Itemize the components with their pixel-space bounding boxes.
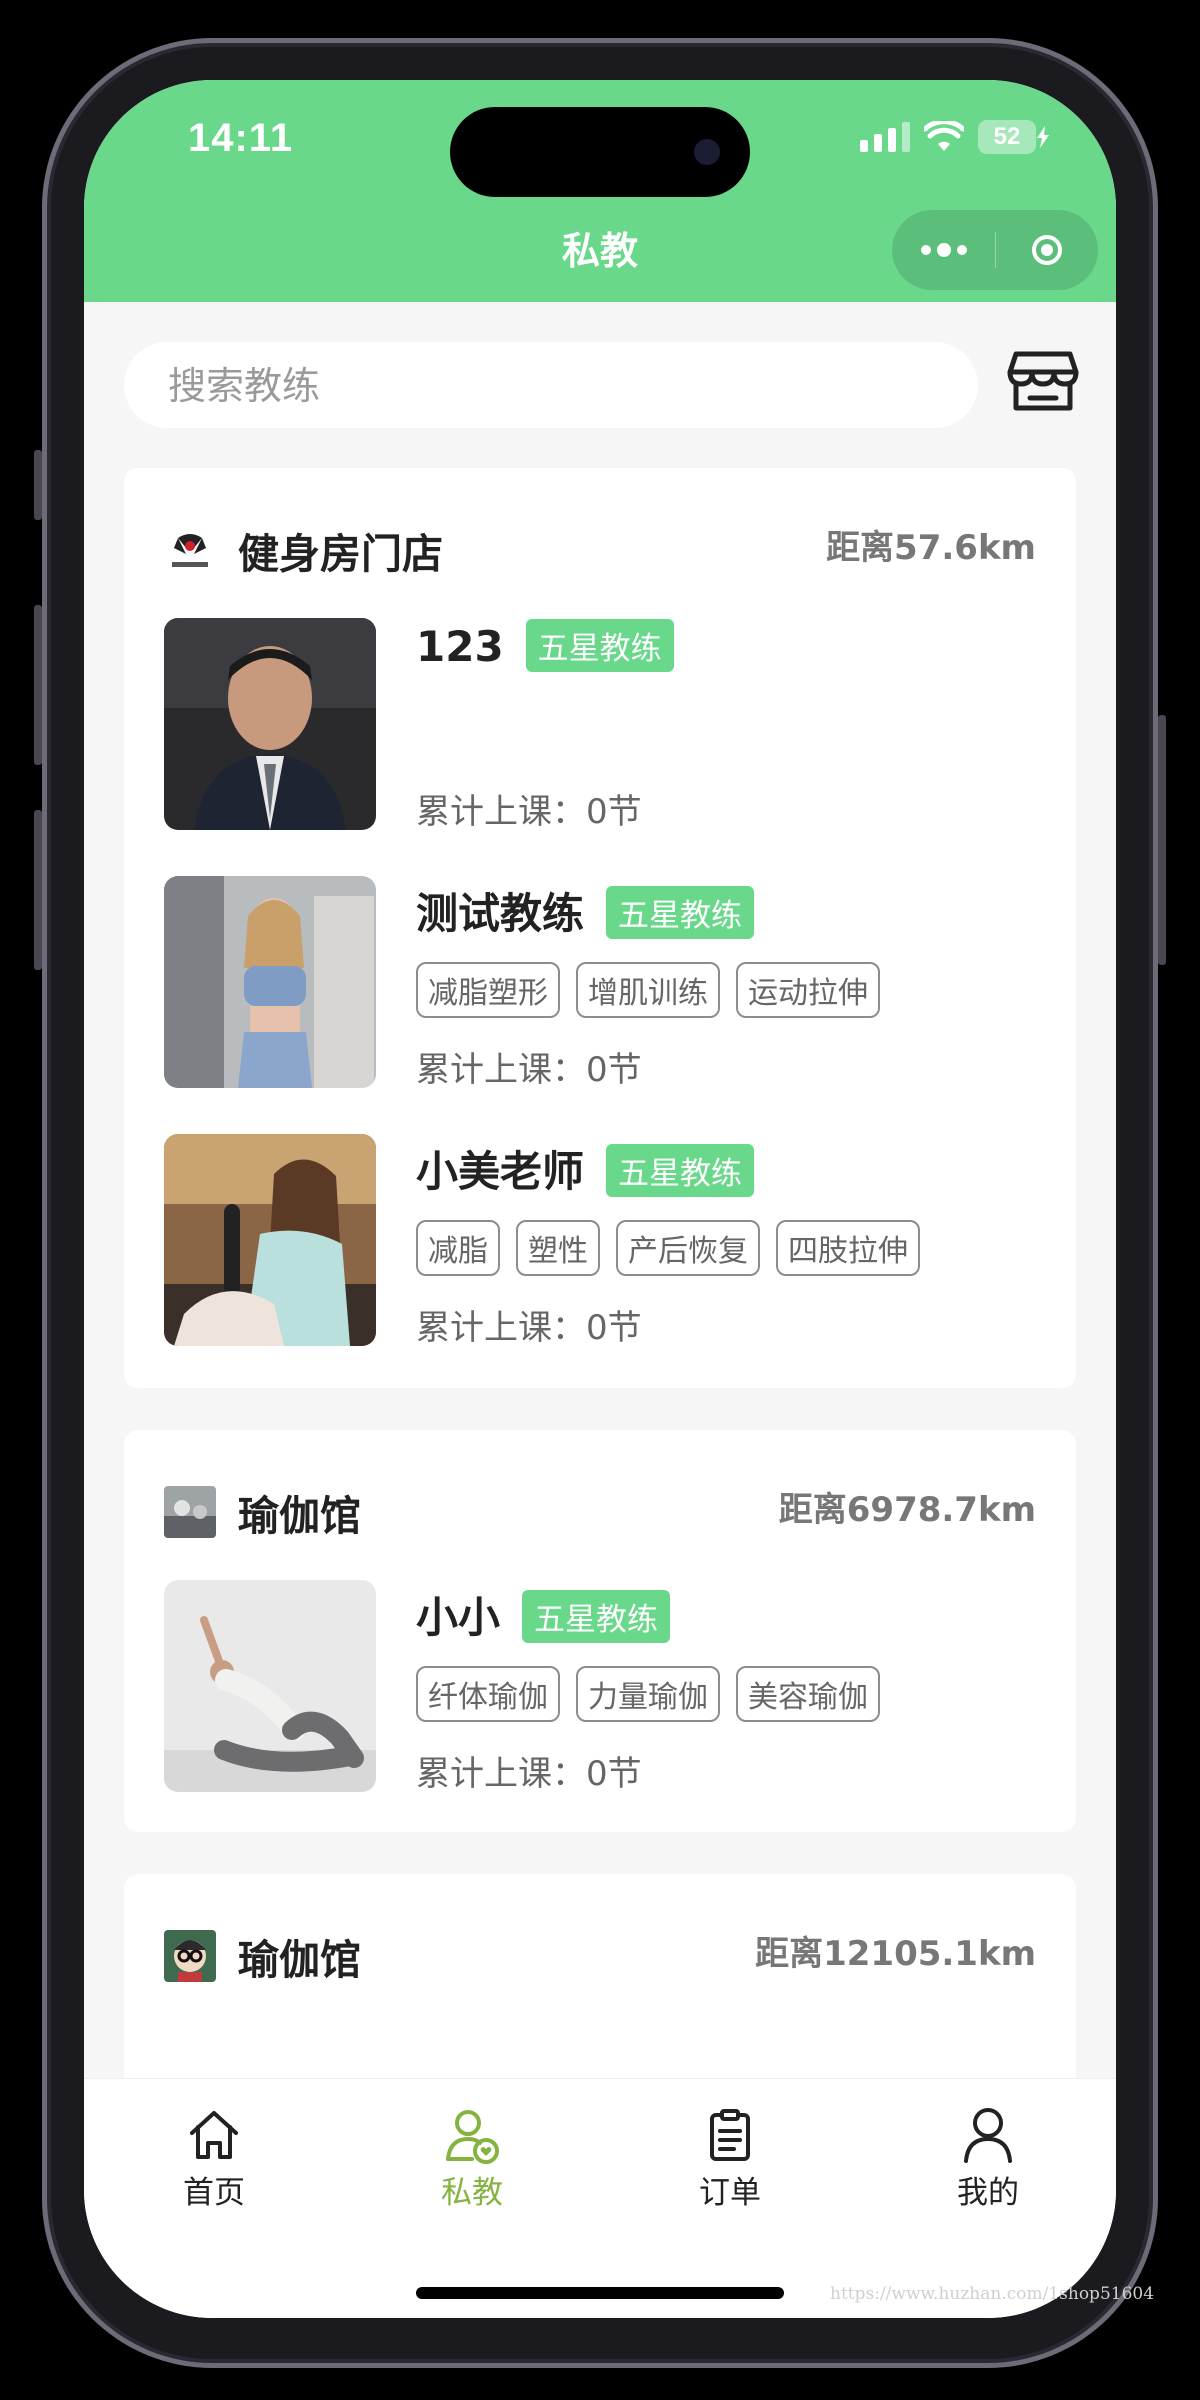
navigation-header: 14:11 52 私教: [84, 80, 1116, 302]
app-screen: 14:11 52 私教 搜索教练 健身房门店 距离57.6km 123 五星教练…: [84, 80, 1116, 2318]
coach-tag: 减脂塑形: [416, 962, 560, 1018]
coach-tags: 纤体瑜伽 力量瑜伽 美容瑜伽: [416, 1666, 880, 1722]
store-header: 瑜伽馆 距离12105.1km: [164, 1874, 1036, 2024]
coach-name: 小美老师: [416, 1147, 585, 1196]
coach-level-badge: 五星教练: [522, 1590, 671, 1643]
coach-level-badge: 五星教练: [525, 619, 674, 672]
watermark-text: https://www.huzhan.com/1shop51604: [830, 2284, 1155, 2304]
coach-lesson-count: 累计上课：0节: [416, 792, 642, 832]
coach-tag: 塑性: [516, 1220, 600, 1276]
signal-icon: [860, 122, 910, 152]
coach-name: 123: [416, 622, 504, 671]
power-button: [1158, 715, 1166, 965]
store-header: 瑜伽馆 距离6978.7km: [164, 1430, 1036, 1580]
search-input[interactable]: [166, 342, 950, 430]
store-name: 瑜伽馆: [238, 1936, 361, 1984]
coach-tag: 减脂: [416, 1220, 500, 1276]
coach-lesson-count: 累计上课：0节: [416, 1754, 642, 1794]
replace-logo-icon: [164, 524, 216, 576]
coach-level-badge: 五星教练: [606, 1144, 755, 1197]
coach-tag: 产后恢复: [616, 1220, 760, 1276]
coach-item[interactable]: 测试教练 五星教练 减脂塑形 增肌训练 运动拉伸 累计上课：0节: [164, 876, 1036, 1134]
coach-name-row: 测试教练 五星教练: [416, 880, 755, 943]
store-card[interactable]: 健身房门店 距离57.6km 123 五星教练 累计上课：0节 测试教练 五星教…: [124, 468, 1076, 1388]
store-icon[interactable]: [1006, 346, 1080, 416]
tab-label: 首页: [183, 2175, 245, 2211]
status-time: 14:11: [188, 116, 294, 160]
coach-name-row: 123 五星教练: [416, 619, 674, 676]
search-row: [84, 302, 1116, 430]
store-header: 健身房门店 距离57.6km: [164, 468, 1036, 618]
battery-level: 52: [993, 123, 1021, 150]
store-distance: 距离57.6km: [826, 528, 1036, 568]
store-card[interactable]: 瑜伽馆 距离6978.7km 小小 五星教练 纤体瑜伽 力量瑜伽 美容瑜伽 累计…: [124, 1430, 1076, 1832]
mini-program-capsule[interactable]: [892, 210, 1098, 290]
coach-photo: [164, 876, 376, 1088]
home-icon: [190, 2111, 238, 2159]
home-indicator[interactable]: [416, 2287, 784, 2299]
coach-tag: 美容瑜伽: [736, 1666, 880, 1722]
tab-home[interactable]: 首页: [134, 2105, 294, 2212]
store-distance: 距离6978.7km: [778, 1490, 1036, 1530]
coach-icon: [446, 2110, 499, 2164]
tab-label: 我的: [957, 2175, 1019, 2211]
status-icons: 52: [860, 120, 1050, 154]
coach-name-row: 小美老师 五星教练: [416, 1138, 755, 1201]
store-name: 健身房门店: [238, 530, 443, 578]
battery-indicator: 52: [978, 120, 1036, 154]
volume-up-button: [34, 605, 42, 765]
tab-coach[interactable]: 私教: [392, 2105, 552, 2212]
coach-item[interactable]: 小美老师 五星教练 减脂 塑性 产后恢复 四肢拉伸 累计上课：0节: [164, 1134, 1036, 1392]
store-distance: 距离12105.1km: [755, 1934, 1036, 1974]
charging-bolt-icon: [1037, 126, 1049, 148]
coach-tag: 四肢拉伸: [776, 1220, 920, 1276]
coach-tag: 运动拉伸: [736, 962, 880, 1018]
coach-name: 测试教练: [416, 889, 585, 938]
tab-orders[interactable]: 订单: [650, 2105, 810, 2212]
close-program-icon[interactable]: [996, 235, 1098, 265]
wifi-icon: [924, 121, 964, 151]
dynamic-island: [450, 107, 750, 197]
tab-profile[interactable]: 我的: [908, 2105, 1068, 2212]
coach-photo: [164, 618, 376, 830]
profile-icon: [964, 2108, 1012, 2163]
coach-tag: 纤体瑜伽: [416, 1666, 560, 1722]
coach-lesson-count: 累计上课：0节: [416, 1308, 642, 1348]
silent-switch: [34, 450, 42, 520]
coach-tags: 减脂 塑性 产后恢复 四肢拉伸: [416, 1220, 920, 1276]
coach-item[interactable]: 小小 五星教练 纤体瑜伽 力量瑜伽 美容瑜伽 累计上课：0节: [164, 1580, 1036, 1838]
more-options-icon[interactable]: [892, 243, 995, 257]
order-icon: [710, 2109, 750, 2161]
search-bar[interactable]: [124, 342, 978, 430]
coach-tag: 增肌训练: [576, 962, 720, 1018]
bottom-tab-bar: 首页 私教 订单 我的: [84, 2078, 1116, 2318]
coach-item[interactable]: 123 五星教练 累计上课：0节: [164, 618, 1036, 876]
coach-level-badge: 五星教练: [606, 886, 755, 939]
tab-label: 私教: [441, 2175, 503, 2211]
store-logo-image: [164, 1486, 216, 1538]
coach-name: 小小: [416, 1593, 501, 1642]
store-logo-image: [164, 1930, 216, 1982]
coach-lesson-count: 累计上课：0节: [416, 1050, 642, 1090]
coach-tags: 减脂塑形 增肌训练 运动拉伸: [416, 962, 880, 1018]
coach-tag: 力量瑜伽: [576, 1666, 720, 1722]
coach-photo: [164, 1580, 376, 1792]
front-camera: [694, 139, 720, 165]
volume-down-button: [34, 810, 42, 970]
tab-label: 订单: [699, 2175, 761, 2211]
coach-photo: [164, 1134, 376, 1346]
coach-name-row: 小小 五星教练: [416, 1584, 671, 1647]
store-name: 瑜伽馆: [238, 1492, 361, 1540]
store-list: 健身房门店 距离57.6km 123 五星教练 累计上课：0节 测试教练 五星教…: [124, 468, 1076, 2216]
